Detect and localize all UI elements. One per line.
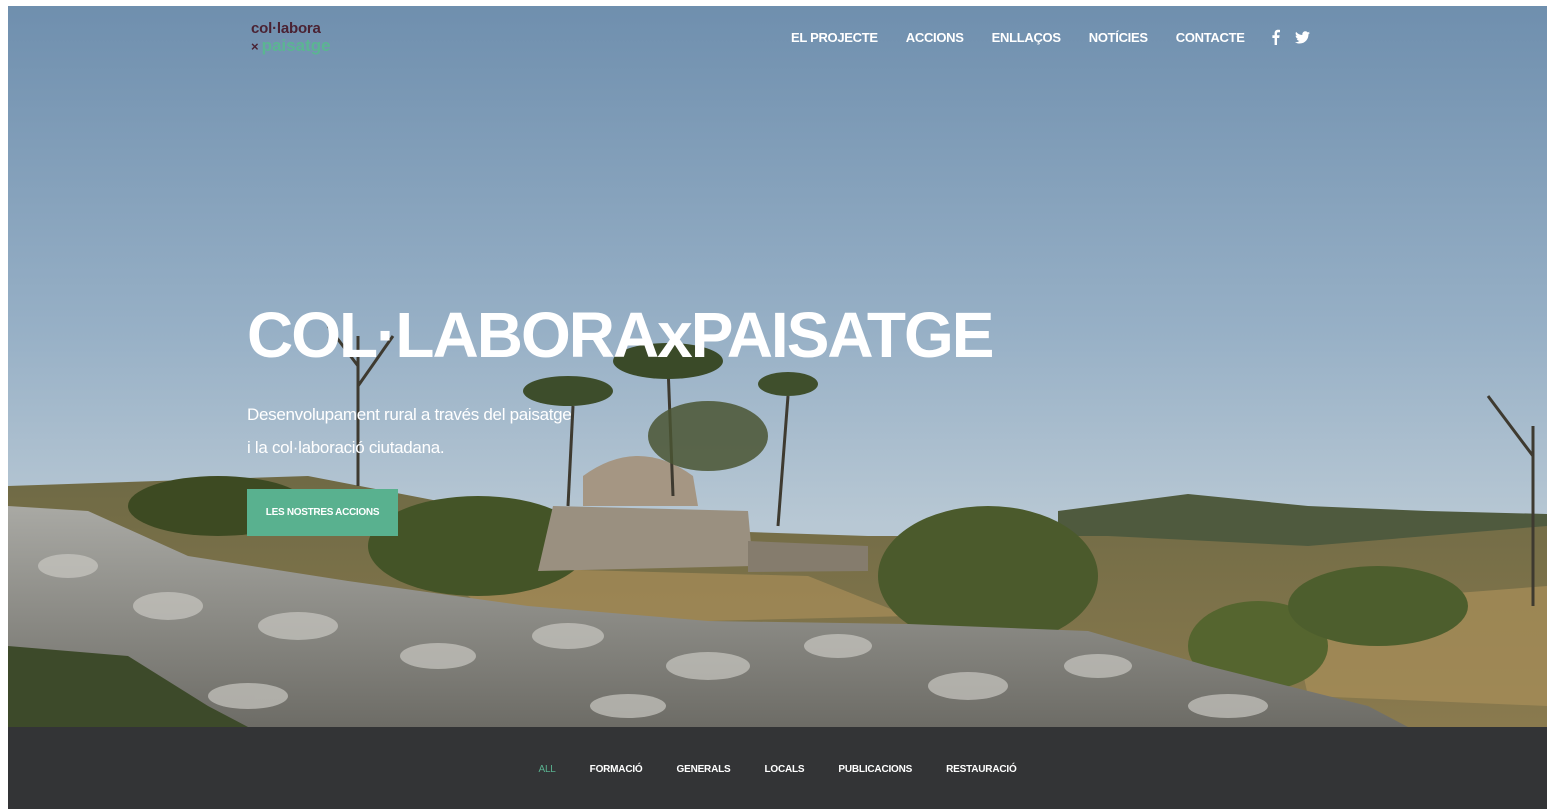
- nav-item-contacte[interactable]: CONTACTE: [1176, 30, 1245, 45]
- page: col·labora × paisatge EL PROJECTE ACCION…: [0, 0, 1547, 809]
- logo-text-collabora: col·labora: [251, 20, 321, 37]
- hero-subtitle: Desenvolupament rural a través del paisa…: [247, 398, 572, 464]
- site-logo[interactable]: col·labora × paisatge: [251, 21, 331, 54]
- hero-section: col·labora × paisatge EL PROJECTE ACCION…: [8, 6, 1547, 727]
- logo-text-paisatge: paisatge: [261, 36, 331, 55]
- filter-restauracio[interactable]: RESTAURACIÓ: [946, 764, 1017, 775]
- nav-item-accions[interactable]: ACCIONS: [906, 30, 964, 45]
- hero-subtitle-line-2: i la col·laboració ciutadana.: [247, 438, 445, 457]
- main-nav: EL PROJECTE ACCIONS ENLLAÇOS NOTÍCIES CO…: [791, 27, 1310, 47]
- filter-formacio[interactable]: FORMACIÓ: [590, 764, 643, 775]
- nav-item-noticies[interactable]: NOTÍCIES: [1089, 30, 1148, 45]
- logo-text-paisatge-row: × paisatge: [251, 37, 331, 54]
- filter-locals[interactable]: LOCALS: [764, 764, 804, 775]
- nav-item-el-projecte[interactable]: EL PROJECTE: [791, 30, 878, 45]
- twitter-icon[interactable]: [1294, 28, 1310, 46]
- hero-title: COL·LABORAxPAISATGE: [247, 299, 994, 371]
- logo-x: ×: [251, 39, 259, 54]
- filter-generals[interactable]: GENERALS: [677, 764, 731, 775]
- filter-list: ALL FORMACIÓ GENERALS LOCALS PUBLICACION…: [8, 727, 1547, 809]
- category-filter-bar: ALL FORMACIÓ GENERALS LOCALS PUBLICACION…: [8, 727, 1547, 809]
- filter-publicacions[interactable]: PUBLICACIONS: [838, 764, 912, 775]
- social-links: [1271, 28, 1310, 46]
- les-nostres-accions-button[interactable]: LES NOSTRES ACCIONS: [247, 489, 398, 536]
- hero-subtitle-line-1: Desenvolupament rural a través del paisa…: [247, 405, 572, 424]
- facebook-icon[interactable]: [1271, 28, 1281, 46]
- filter-all[interactable]: ALL: [538, 764, 555, 775]
- nav-item-enllacos[interactable]: ENLLAÇOS: [992, 30, 1061, 45]
